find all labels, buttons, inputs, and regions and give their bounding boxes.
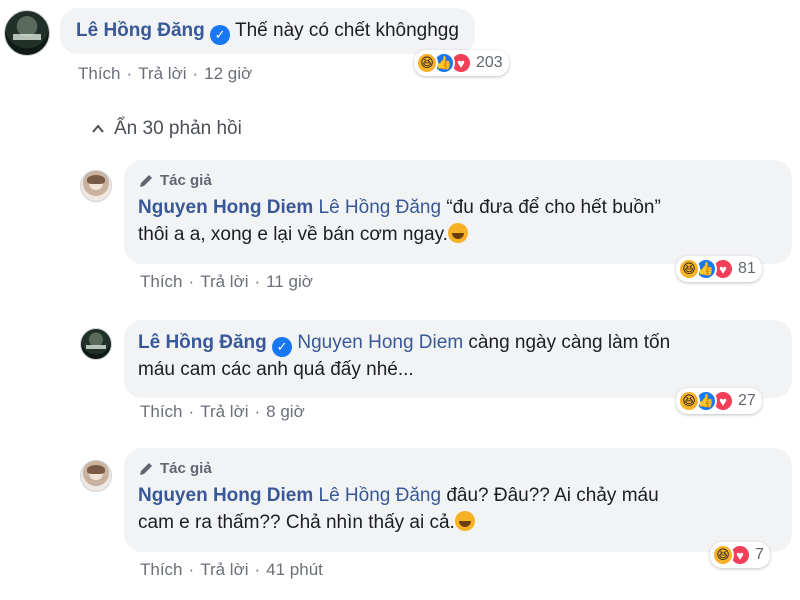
avatar[interactable] [4,10,50,56]
avatar[interactable] [80,170,112,202]
reply-text-line2: máu cam các anh quá đấy nhé... [138,359,414,380]
reply-timestamp[interactable]: 8 giờ [266,402,305,422]
reaction-count: 81 [738,260,756,277]
comment-text: Thế này có chết khônghgg [235,20,459,41]
reply-actions: Thích · Trả lời · 11 giờ [140,272,313,292]
comment-author[interactable]: Lê Hồng Đăng [76,20,205,41]
reply-text-line1: Nguyen Hong Diem Lê Hồng Đăng đâu? Đâu??… [138,485,659,506]
reply-link[interactable]: Trả lời [200,402,248,422]
pen-icon [140,174,152,187]
reactions-summary[interactable]: 😆 👍 ♥ 203 [414,50,509,76]
comment-bubble: Lê Hồng Đăng ✓ Thế này có chết khônghgg [60,8,475,54]
comment-timestamp[interactable]: 12 giờ [204,64,252,84]
reactions-summary[interactable]: 😆 👍 ♥ 81 [676,256,762,282]
haha-reaction-icon: 😆 [678,390,700,412]
author-tag: Tác giả [138,458,778,479]
reply-bubble: Tác giả Nguyen Hong Diem Lê Hồng Đăng đâ… [124,448,792,552]
reply-author[interactable]: Nguyen Hong Diem [138,197,313,218]
reply-timestamp[interactable]: 41 phút [266,560,323,580]
hide-replies-label: Ẩn 30 phản hồi [114,118,242,139]
reply-bubble: Tác giả Nguyen Hong Diem Lê Hồng Đăng “đ… [124,160,792,264]
reply-timestamp[interactable]: 11 giờ [266,272,313,292]
reply-author[interactable]: Lê Hồng Đăng [138,332,267,353]
hide-replies-button[interactable]: Ẩn 30 phản hồi [92,118,242,140]
like-link[interactable]: Thích [140,272,183,292]
mention-link[interactable]: Lê Hồng Đăng [319,485,442,506]
reply-text-line1: Nguyen Hong Diem Lê Hồng Đăng “đu đưa để… [138,197,661,218]
haha-reaction-icon: 😆 [712,544,734,566]
reply-link[interactable]: Trả lời [200,560,248,580]
reply-author[interactable]: Nguyen Hong Diem [138,485,313,506]
mention-link[interactable]: Nguyen Hong Diem [297,332,463,353]
avatar[interactable] [80,460,112,492]
reaction-count: 27 [738,392,756,409]
laughing-emoji-icon [454,510,475,531]
chevron-up-icon [92,124,104,133]
reply-actions: Thích · Trả lời · 41 phút [140,560,323,580]
reply-text-line1: Lê Hồng Đăng ✓ Nguyen Hong Diem càng ngà… [138,330,778,357]
avatar[interactable] [80,328,112,360]
grin-sweat-emoji-icon [447,222,468,243]
haha-reaction-icon: 😆 [678,258,700,280]
like-link[interactable]: Thích [78,64,121,84]
reply-text-line2: cam e ra thấm?? Chả nhìn thấy ai cả. [138,510,778,537]
reply-actions: Thích · Trả lời · 8 giờ [140,402,305,422]
reaction-count: 7 [755,546,764,563]
reply-link[interactable]: Trả lời [200,272,248,292]
reply-link[interactable]: Trả lời [138,64,186,84]
reaction-count: 203 [476,54,503,71]
reactions-summary[interactable]: 😆 👍 ♥ 27 [676,388,762,414]
verified-badge-icon: ✓ [272,337,293,357]
like-link[interactable]: Thích [140,560,183,580]
like-link[interactable]: Thích [140,402,183,422]
reply-bubble: Lê Hồng Đăng ✓ Nguyen Hong Diem càng ngà… [124,320,792,398]
comment-actions: Thích · Trả lời · 12 giờ [78,64,253,84]
pen-icon [140,462,152,475]
reply-text-line2: thôi a a, xong e lại về bán cơm ngay. [138,222,778,249]
author-tag: Tác giả [138,170,778,191]
reactions-summary[interactable]: 😆 ♥ 7 [710,542,770,568]
verified-badge-icon: ✓ [210,25,231,45]
haha-reaction-icon: 😆 [416,52,438,74]
mention-link[interactable]: Lê Hồng Đăng [319,197,442,218]
